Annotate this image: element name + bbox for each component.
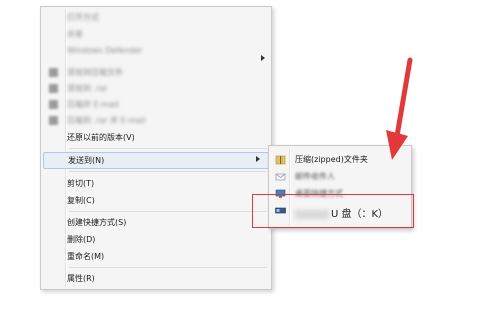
menu-separator xyxy=(69,211,267,212)
menu-separator xyxy=(69,267,267,268)
menu-item-rename[interactable]: 重命名(M) xyxy=(43,249,269,264)
menu-separator xyxy=(69,148,267,149)
menu-item-add-rar[interactable]: 添加到 .rar xyxy=(43,81,269,96)
chevron-right-icon xyxy=(256,156,260,162)
menu-item-delete[interactable]: 删除(D) xyxy=(43,232,269,247)
mail-icon xyxy=(275,173,286,181)
chevron-right-icon xyxy=(261,55,265,61)
menu-item-copy[interactable]: 复制(C) xyxy=(43,193,269,208)
winrar-icon xyxy=(49,68,58,77)
menu-item-send-to[interactable]: 发送到(N) xyxy=(43,152,269,169)
winrar-icon xyxy=(49,116,58,125)
menu-item-add-archive[interactable]: 添加到压缩文件 xyxy=(43,65,269,80)
winrar-icon xyxy=(49,100,58,109)
menu-item-compress-rar-email[interactable]: 压缩到 .rar 并 E-mail xyxy=(43,113,269,128)
annotation-arrow-icon xyxy=(386,57,413,160)
menu-item-restore-versions[interactable]: 还原以前的版本(V) xyxy=(43,130,269,145)
menu-item-open-with[interactable]: 打开方式 xyxy=(43,10,269,25)
menu-separator xyxy=(69,171,267,172)
winrar-icon xyxy=(49,84,58,93)
send-to-mail[interactable]: 邮件收件人 xyxy=(271,169,409,184)
zip-folder-icon xyxy=(275,155,286,165)
menu-item-defender[interactable]: Windows Defender xyxy=(43,44,269,59)
menu-item-cut[interactable]: 剪切(T) xyxy=(43,176,269,191)
menu-item-share[interactable]: 共享 xyxy=(43,27,269,42)
menu-item-properties[interactable]: 属性(R) xyxy=(43,271,269,286)
highlight-box xyxy=(252,194,414,228)
context-menu: 打开方式 共享 Windows Defender 添加到压缩文件 添加到 .ra… xyxy=(40,6,272,290)
menu-item-create-shortcut[interactable]: 创建快捷方式(S) xyxy=(43,215,269,230)
menu-item-compress-email[interactable]: 压缩并 E-mail xyxy=(43,97,269,112)
